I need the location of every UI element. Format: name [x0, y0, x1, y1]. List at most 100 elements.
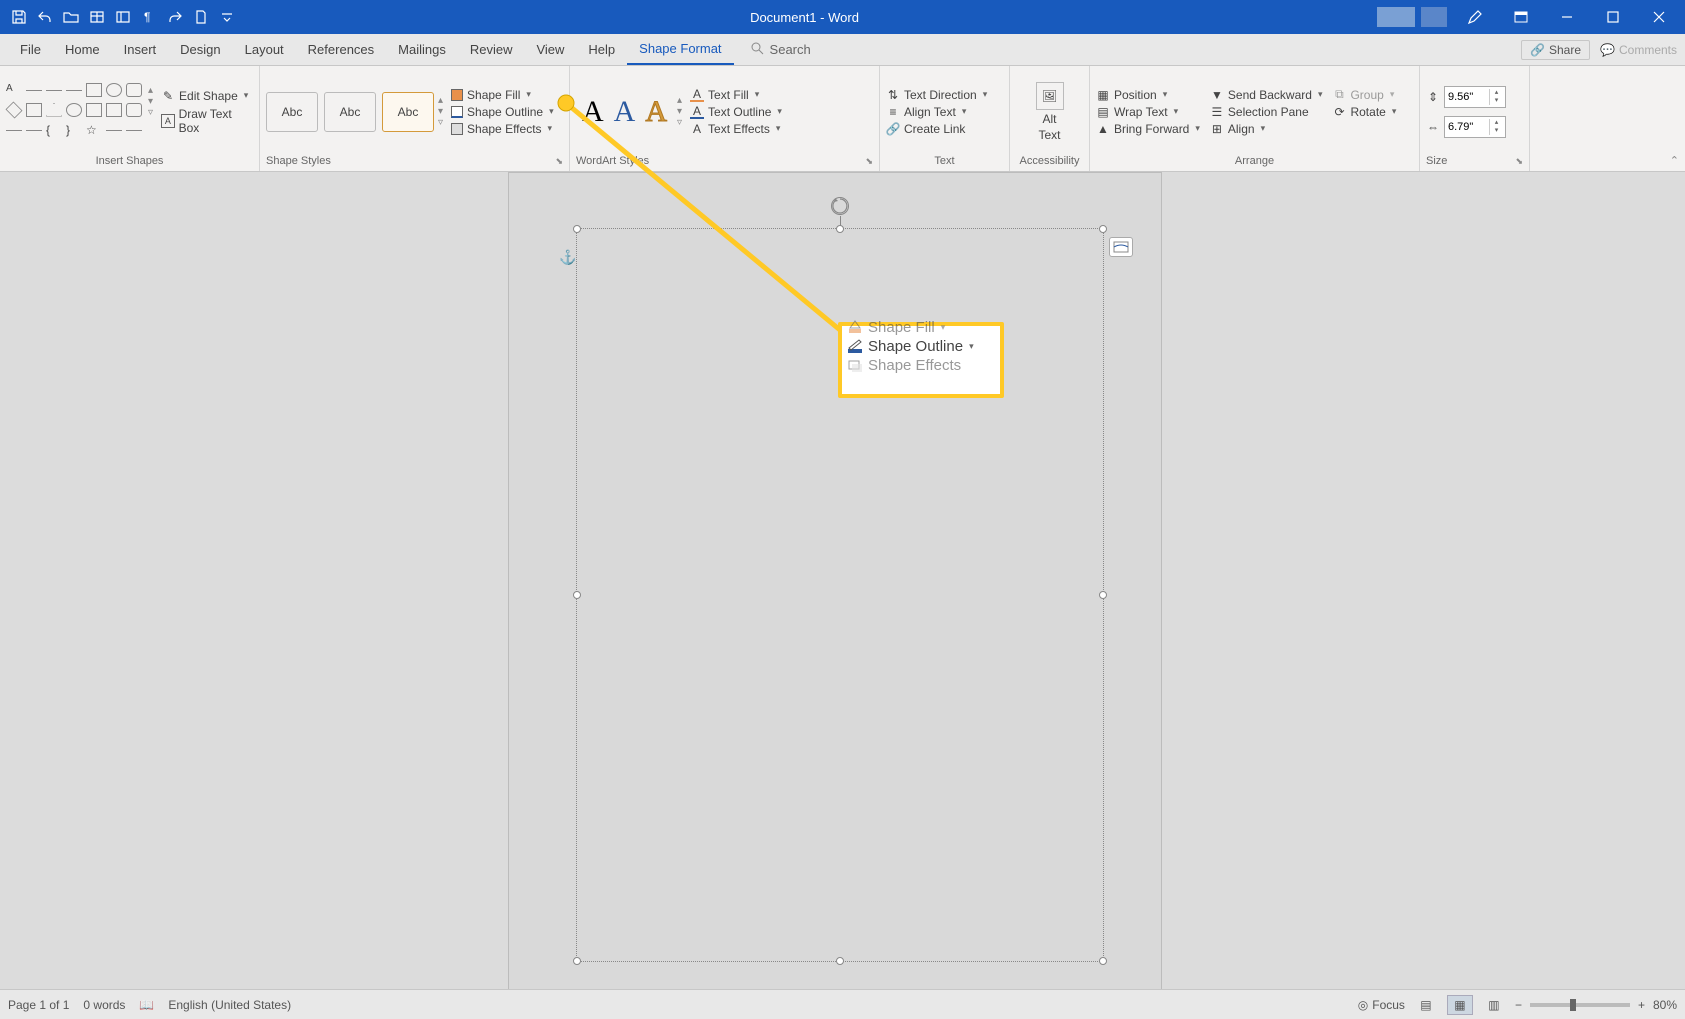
- resize-handle-se[interactable]: [1099, 957, 1107, 965]
- position-icon: ▦: [1096, 88, 1110, 102]
- style-thumb-3[interactable]: Abc: [382, 92, 434, 132]
- style-gallery-more[interactable]: ▴▾▿: [438, 95, 443, 128]
- tab-design[interactable]: Design: [168, 34, 232, 65]
- text-outline-label: Text Outline: [708, 105, 771, 119]
- user-area[interactable]: [1371, 7, 1453, 27]
- qat-more-icon[interactable]: [216, 6, 238, 28]
- wordart-thumb-2[interactable]: A: [614, 95, 636, 129]
- wordart-launcher[interactable]: ⬊: [865, 156, 873, 167]
- title-bar: ¶ Document1 - Word: [0, 0, 1685, 34]
- shapes-gallery[interactable]: A {} ☆: [6, 83, 144, 141]
- style-thumb-1[interactable]: Abc: [266, 92, 318, 132]
- read-mode-button[interactable]: ▤: [1413, 995, 1439, 1015]
- text-outline-button[interactable]: AText Outline▾: [690, 105, 782, 119]
- table-icon[interactable]: [86, 6, 108, 28]
- resize-handle-w[interactable]: [573, 591, 581, 599]
- search-box[interactable]: Search: [750, 41, 811, 58]
- shape-fill-button[interactable]: Shape Fill▾: [451, 88, 554, 102]
- web-layout-button[interactable]: ▥: [1481, 995, 1507, 1015]
- zoom-in-button[interactable]: +: [1638, 998, 1645, 1012]
- shapes-more[interactable]: ▴▾▿: [148, 83, 153, 118]
- height-input-row: ⇕ ▴▾: [1426, 86, 1506, 108]
- zoom-slider[interactable]: [1530, 1003, 1630, 1007]
- shape-effects-button[interactable]: Shape Effects▾: [451, 122, 554, 136]
- ribbon: A {} ☆ ▴▾▿ ✎Edit Shape▾ ADraw Text Box I…: [0, 66, 1685, 172]
- spell-check-icon[interactable]: 📖: [139, 998, 154, 1012]
- align-text-button[interactable]: ≡Align Text▾: [886, 105, 987, 119]
- save-icon[interactable]: [8, 6, 30, 28]
- resize-handle-sw[interactable]: [573, 957, 581, 965]
- redo-icon[interactable]: [164, 6, 186, 28]
- group-arrange-label: Arrange: [1235, 155, 1274, 167]
- share-button[interactable]: 🔗Share: [1521, 40, 1590, 60]
- word-count[interactable]: 0 words: [83, 998, 125, 1012]
- tab-shape-format[interactable]: Shape Format: [627, 34, 733, 65]
- collapse-ribbon-button[interactable]: ⌃: [1670, 154, 1679, 167]
- close-button[interactable]: [1637, 2, 1681, 32]
- shape-outline-button[interactable]: Shape Outline▾: [451, 105, 554, 119]
- wordart-thumb-3[interactable]: A: [645, 95, 667, 129]
- layout-icon[interactable]: [112, 6, 134, 28]
- tab-file[interactable]: File: [8, 34, 53, 65]
- tab-help[interactable]: Help: [576, 34, 627, 65]
- align-button[interactable]: ⊞Align▾: [1210, 122, 1323, 136]
- comments-label: Comments: [1619, 43, 1677, 57]
- shape-styles-launcher[interactable]: ⬊: [555, 156, 563, 167]
- wordart-gallery[interactable]: A A A: [576, 95, 673, 129]
- width-input[interactable]: ▴▾: [1444, 116, 1506, 138]
- ribbon-display-icon[interactable]: [1499, 2, 1543, 32]
- create-link-button[interactable]: 🔗Create Link: [886, 122, 987, 136]
- zoom-level[interactable]: 80%: [1653, 998, 1677, 1012]
- style-thumb-2[interactable]: Abc: [324, 92, 376, 132]
- edit-shape-button[interactable]: ✎Edit Shape▾: [161, 89, 253, 103]
- send-backward-button[interactable]: ▼Send Backward▾: [1210, 88, 1323, 102]
- tab-layout[interactable]: Layout: [233, 34, 296, 65]
- tab-mailings[interactable]: Mailings: [386, 34, 458, 65]
- pen-icon[interactable]: [1453, 2, 1497, 32]
- align-icon: ⊞: [1210, 122, 1224, 136]
- minimize-button[interactable]: [1545, 2, 1589, 32]
- tab-references[interactable]: References: [296, 34, 386, 65]
- undo-icon[interactable]: [34, 6, 56, 28]
- rotate-button[interactable]: ⟳Rotate▾: [1332, 105, 1396, 119]
- wordart-thumb-1[interactable]: A: [582, 95, 604, 129]
- tab-view[interactable]: View: [524, 34, 576, 65]
- resize-handle-ne[interactable]: [1099, 225, 1107, 233]
- wrap-text-button[interactable]: ▤Wrap Text▾: [1096, 105, 1200, 119]
- height-input[interactable]: ▴▾: [1444, 86, 1506, 108]
- comments-button[interactable]: 💬Comments: [1600, 43, 1677, 57]
- tab-review[interactable]: Review: [458, 34, 525, 65]
- folder-icon[interactable]: [60, 6, 82, 28]
- text-effects-button[interactable]: AText Effects▾: [690, 122, 782, 136]
- resize-handle-n[interactable]: [836, 225, 844, 233]
- position-button[interactable]: ▦Position▾: [1096, 88, 1200, 102]
- page-status[interactable]: Page 1 of 1: [8, 998, 69, 1012]
- size-launcher[interactable]: ⬊: [1515, 156, 1523, 167]
- maximize-button[interactable]: [1591, 2, 1635, 32]
- status-bar: Page 1 of 1 0 words 📖 English (United St…: [0, 989, 1685, 1019]
- draw-text-box-button[interactable]: ADraw Text Box: [161, 107, 253, 135]
- focus-mode-button[interactable]: ◎Focus: [1358, 998, 1405, 1012]
- print-layout-button[interactable]: ▦: [1447, 995, 1473, 1015]
- text-direction-button[interactable]: ⇅Text Direction▾: [886, 88, 987, 102]
- resize-handle-s[interactable]: [836, 957, 844, 965]
- rotate-handle[interactable]: [831, 197, 849, 215]
- language-status[interactable]: English (United States): [168, 998, 291, 1012]
- new-doc-icon[interactable]: [190, 6, 212, 28]
- text-fill-button[interactable]: AText Fill▾: [690, 88, 782, 102]
- group-button[interactable]: ⧉Group▾: [1332, 88, 1396, 102]
- resize-handle-e[interactable]: [1099, 591, 1107, 599]
- tab-home[interactable]: Home: [53, 34, 112, 65]
- zoom-out-button[interactable]: −: [1515, 998, 1522, 1012]
- alt-text-button[interactable]: 🖼 Alt Text: [1028, 78, 1072, 146]
- wordart-gallery-more[interactable]: ▴▾▿: [677, 95, 682, 128]
- selection-pane-button[interactable]: ☰Selection Pane: [1210, 105, 1323, 119]
- group-icon: ⧉: [1332, 88, 1346, 102]
- group-wordart-label: WordArt Styles: [576, 155, 649, 167]
- shape-style-gallery[interactable]: Abc Abc Abc: [266, 92, 434, 132]
- pilcrow-icon[interactable]: ¶: [138, 6, 160, 28]
- layout-options-button[interactable]: [1109, 237, 1133, 257]
- resize-handle-nw[interactable]: [573, 225, 581, 233]
- tab-insert[interactable]: Insert: [112, 34, 169, 65]
- bring-forward-button[interactable]: ▲Bring Forward▾: [1096, 122, 1200, 136]
